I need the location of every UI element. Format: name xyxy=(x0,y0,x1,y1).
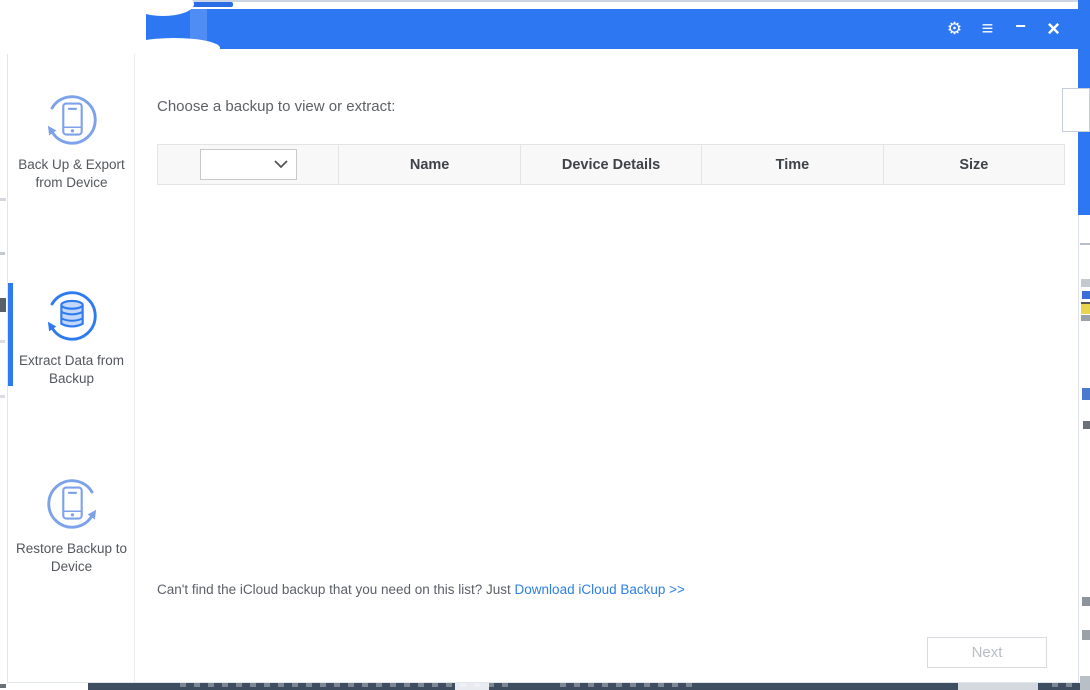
background-artifact xyxy=(1080,676,1090,690)
sidebar-item-restore[interactable]: Restore Backup to Device xyxy=(8,473,135,575)
paint-smudge xyxy=(190,9,207,49)
icloud-hint-text: Can't find the iCloud backup that you ne… xyxy=(157,582,515,597)
background-artifact xyxy=(1052,683,1078,687)
background-artifact xyxy=(0,395,5,398)
column-header-device-details: Device Details xyxy=(519,145,701,184)
download-icloud-link[interactable]: Download iCloud Backup >> xyxy=(515,582,685,597)
column-header-select xyxy=(158,145,338,184)
background-artifact xyxy=(1083,421,1090,429)
hamburger-icon: ≡ xyxy=(981,17,994,40)
backup-filter-dropdown[interactable] xyxy=(199,149,297,180)
screen: ⚙ ≡ − × Back Up & Export from Device Ext… xyxy=(0,0,1090,690)
sidebar-item-label: Extract Data from Backup xyxy=(18,353,125,386)
background-artifact xyxy=(0,252,5,255)
next-button[interactable]: Next xyxy=(927,637,1047,668)
background-artifact xyxy=(1081,279,1090,287)
sidebar-item-extract[interactable]: Extract Data from Backup xyxy=(8,285,135,387)
sidebar-item-label: Restore Backup to Device xyxy=(15,541,128,574)
background-artifact xyxy=(1080,243,1090,245)
settings-button[interactable]: ⚙ xyxy=(938,9,971,49)
background-artifact xyxy=(0,298,6,312)
background-artifact xyxy=(1082,388,1090,400)
database-backup-icon xyxy=(47,291,97,341)
paint-smudge xyxy=(0,0,146,54)
background-artifact xyxy=(1082,291,1090,299)
menu-button[interactable]: ≡ xyxy=(971,9,1004,49)
background-artifact xyxy=(560,683,700,687)
close-button[interactable]: × xyxy=(1037,9,1070,49)
sidebar-item-label: Back Up & Export from Device xyxy=(18,157,125,190)
close-icon: × xyxy=(1047,16,1060,41)
column-header-size: Size xyxy=(882,145,1064,184)
gear-icon: ⚙ xyxy=(946,19,963,38)
backup-table-header: Name Device Details Time Size xyxy=(157,144,1065,185)
background-artifact xyxy=(1082,630,1090,640)
background-artifact xyxy=(958,683,1038,690)
background-artifact xyxy=(1081,315,1090,321)
sidebar: Back Up & Export from Device Extract Dat… xyxy=(8,49,135,682)
background-artifact xyxy=(1081,302,1090,314)
main-content: Choose a backup to view or extract: Name… xyxy=(136,49,1078,682)
minimize-icon: − xyxy=(1015,15,1026,36)
minimize-button[interactable]: − xyxy=(1004,6,1037,52)
column-header-time: Time xyxy=(701,145,882,184)
phone-restore-icon xyxy=(46,479,96,529)
phone-backup-icon xyxy=(47,95,97,145)
background-artifact xyxy=(180,683,510,687)
background-artifact xyxy=(1082,597,1090,606)
background-artifact xyxy=(1062,88,1090,132)
chevron-down-icon xyxy=(274,160,288,169)
page-title: Choose a backup to view or extract: xyxy=(157,98,396,115)
sidebar-item-backup-export[interactable]: Back Up & Export from Device xyxy=(8,89,135,191)
background-artifact xyxy=(1078,215,1079,683)
icloud-hint: Can't find the iCloud backup that you ne… xyxy=(157,582,685,597)
background-artifact xyxy=(0,198,6,201)
background-artifact xyxy=(0,340,5,343)
background-artifact xyxy=(0,684,6,688)
app-window: ⚙ ≡ − × Back Up & Export from Device Ext… xyxy=(7,9,1078,683)
column-header-name: Name xyxy=(338,145,519,184)
